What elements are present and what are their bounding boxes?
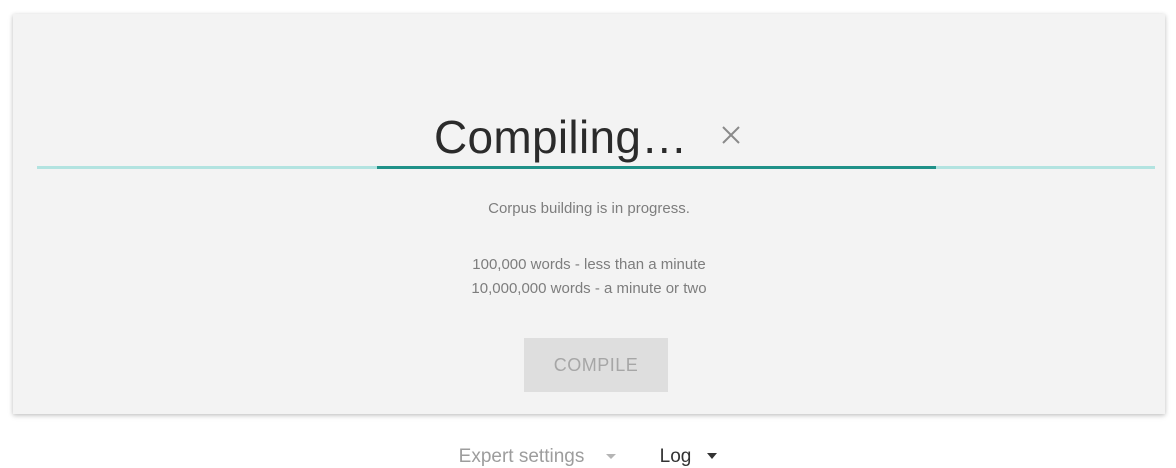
- time-estimate-small: 100,000 words - less than a minute: [472, 256, 706, 273]
- caret-down-icon: [707, 453, 718, 459]
- time-estimate-large: 10,000,000 words - a minute or two: [471, 280, 707, 297]
- dialog-header: Compiling…: [13, 110, 1165, 166]
- progress-bar: [377, 166, 936, 169]
- caret-down-icon: [606, 454, 617, 459]
- expert-settings-label: Expert settings: [458, 446, 585, 467]
- close-icon-glyph: [722, 126, 740, 144]
- dialog-title: Compiling…: [434, 111, 688, 163]
- footer-bar: Expert settings Log: [0, 446, 1176, 468]
- page: Compiling… Corpus building is in progres…: [0, 0, 1176, 468]
- expert-settings-toggle[interactable]: Expert settings: [459, 446, 617, 468]
- compile-dialog: Compiling… Corpus building is in progres…: [13, 14, 1165, 414]
- close-icon[interactable]: [718, 122, 744, 148]
- compile-button[interactable]: COMPILE: [524, 338, 668, 392]
- status-message: Corpus building is in progress.: [488, 200, 690, 217]
- log-label: Log: [659, 446, 692, 467]
- log-toggle[interactable]: Log: [660, 446, 718, 468]
- progress-track: [37, 166, 1155, 169]
